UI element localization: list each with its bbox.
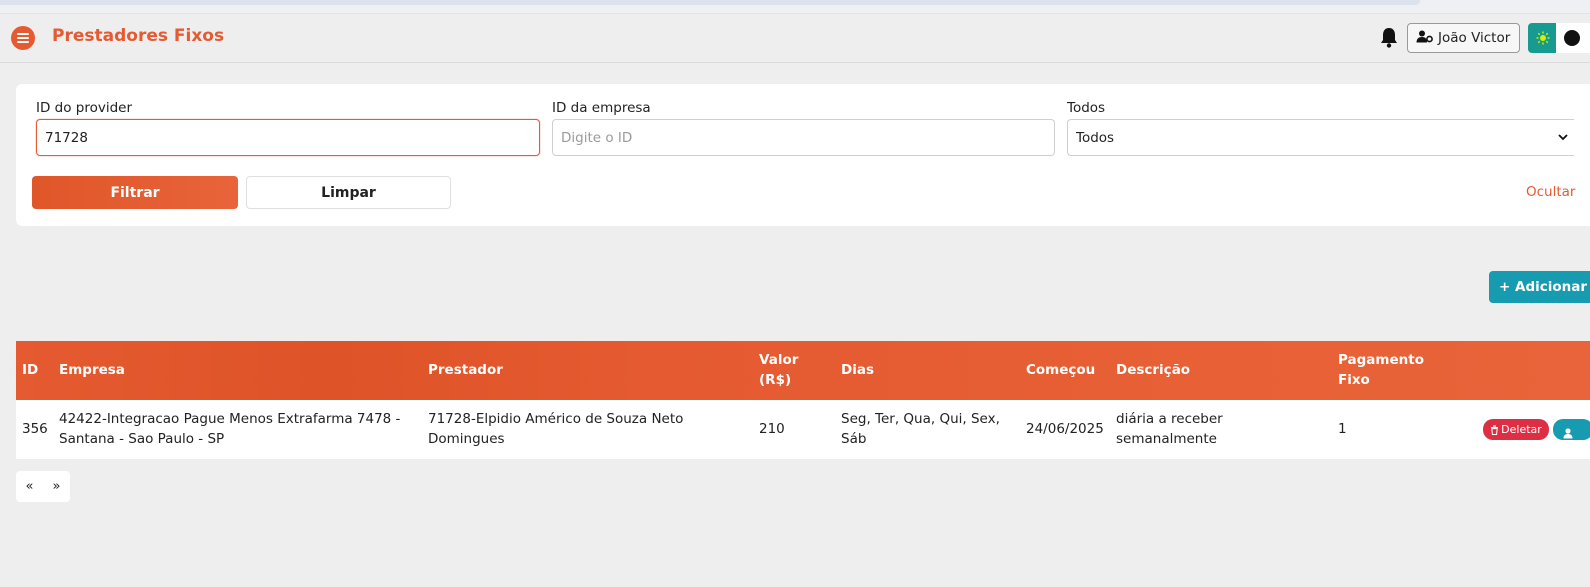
user-gear-icon [1416,30,1433,47]
clear-button[interactable]: Limpar [246,176,451,209]
cell-prestador: 71728-Elpidio Américo de Souza Neto Domi… [428,411,684,447]
cell-descricao: diária a receber semanalmente [1116,411,1223,447]
provider-id-input[interactable] [36,119,540,156]
user-icon [1563,424,1573,439]
filter-card: ID do provider ID da empresa Todos Todos… [16,84,1590,226]
cell-pagamento-fixo: 1 [1338,421,1347,437]
providers-table: ID Empresa Prestador Valor (R$) Dias Com… [16,341,1590,459]
bell-icon[interactable] [1379,26,1399,48]
page-title: Prestadores Fixos [52,26,225,46]
company-id-label: ID da empresa [552,100,651,116]
user-name: João Victor [1438,30,1511,46]
delete-label: Deletar [1501,423,1542,436]
provider-id-label: ID do provider [36,100,133,116]
prev-page-button[interactable]: « [16,471,43,502]
status-selected-value: Todos [1076,129,1115,146]
hamburger-icon [17,33,29,43]
status-label: Todos [1067,100,1106,116]
edit-user-button[interactable] [1553,419,1590,440]
menu-toggle-button[interactable] [11,26,35,50]
company-id-input[interactable] [552,119,1055,156]
sun-icon [1536,31,1550,45]
col-dias: Dias [841,362,874,378]
col-comecou: Começou [1026,362,1096,378]
browser-top-strip [0,0,1590,14]
col-id: ID [22,362,39,378]
cell-id: 356 [22,421,48,437]
theme-toggle-button[interactable] [1528,23,1558,53]
pagination: « » [16,471,70,502]
cell-comecou: 24/06/2025 [1026,421,1104,437]
moon-icon [1564,30,1580,46]
table-row: 356 42422-Integracao Pague Menos Extrafa… [16,400,1590,459]
top-scroll-thumb[interactable] [0,0,1420,5]
filter-button[interactable]: Filtrar [32,176,238,209]
app-header: Prestadores Fixos João Victor [0,14,1590,63]
col-prestador: Prestador [428,362,503,378]
dark-mode-button[interactable] [1556,23,1590,53]
col-pagamento-fixo: Pagamento Fixo [1338,352,1424,388]
user-menu-button[interactable]: João Victor [1407,23,1520,53]
cell-valor: 210 [759,421,785,437]
col-descricao: Descrição [1116,362,1191,378]
col-valor: Valor (R$) [759,352,799,388]
table-header: ID Empresa Prestador Valor (R$) Dias Com… [16,341,1590,400]
cell-empresa: 42422-Integracao Pague Menos Extrafarma … [59,411,401,447]
hide-filters-link[interactable]: Ocultar [1526,184,1575,200]
delete-button[interactable]: Deletar [1483,419,1549,440]
col-empresa: Empresa [59,362,125,378]
cell-dias: Seg, Ter, Qua, Qui, Sex, Sáb [841,411,1000,447]
chevron-down-icon [1558,134,1568,141]
add-provider-button[interactable]: + Adicionar [1489,271,1590,303]
next-page-button[interactable]: » [43,471,70,502]
status-select[interactable]: Todos [1067,119,1574,156]
trash-icon [1491,425,1499,435]
